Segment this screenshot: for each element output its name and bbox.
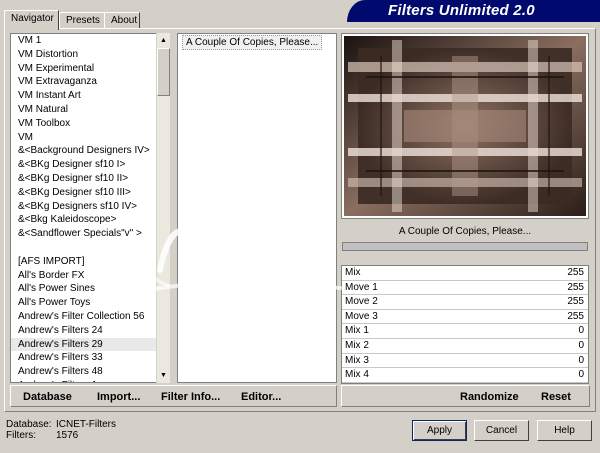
import-button[interactable]: Import...: [97, 391, 140, 403]
right-toolbar: Randomize Reset: [341, 385, 590, 407]
preview-frame: [341, 33, 589, 219]
param-name: Mix 3: [345, 354, 369, 366]
category-item[interactable]: Andrew's Filters 33: [11, 351, 156, 365]
param-name: Mix 2: [345, 339, 369, 351]
scroll-up-icon[interactable]: ▲: [157, 33, 170, 47]
database-value: ICNET-Filters: [56, 419, 116, 430]
category-item[interactable]: All's Power Sines: [11, 282, 156, 296]
scroll-thumb[interactable]: [157, 48, 170, 96]
database-info: Database: ICNET-Filters Filters: 1576: [6, 419, 116, 441]
category-item[interactable]: VM Extravaganza: [11, 75, 156, 89]
param-name: Move 1: [345, 281, 378, 293]
param-row[interactable]: Mix 255: [342, 266, 588, 281]
param-name: Mix 1: [345, 325, 369, 337]
preview-progress-bar: [342, 242, 588, 251]
category-item[interactable]: VM Experimental: [11, 62, 156, 76]
param-value[interactable]: 255: [567, 281, 584, 296]
help-button[interactable]: Help: [537, 420, 592, 441]
filter-item[interactable]: A Couple Of Copies, Please...: [182, 35, 323, 50]
param-row[interactable]: Move 3 255: [342, 310, 588, 325]
category-item[interactable]: VM Instant Art: [11, 89, 156, 103]
apply-button[interactable]: Apply: [412, 420, 467, 441]
category-item[interactable]: VM 1: [11, 34, 156, 48]
param-row[interactable]: Mix 2 0: [342, 339, 588, 354]
param-row[interactable]: Mix 1 0: [342, 324, 588, 339]
tab-about[interactable]: About: [104, 12, 140, 29]
category-item[interactable]: &<Background Designers IV>: [11, 144, 156, 158]
category-item[interactable]: VM: [11, 131, 156, 145]
database-button[interactable]: Database: [23, 391, 72, 403]
category-item[interactable]: Andrew's Filters 48: [11, 365, 156, 379]
filters-count-value: 1576: [56, 430, 79, 441]
param-row[interactable]: Mix 4 0: [342, 368, 588, 383]
reset-button[interactable]: Reset: [541, 391, 571, 403]
category-item[interactable]: &<Bkg Kaleidoscope>: [11, 213, 156, 227]
category-item[interactable]: Andrew's Filters 29: [11, 337, 156, 352]
preview-filter-name: A Couple Of Copies, Please...: [398, 226, 532, 237]
category-item[interactable]: VM Toolbox: [11, 117, 156, 131]
param-row[interactable]: Move 2 255: [342, 295, 588, 310]
category-item[interactable]: &<BKg Designer sf10 II>: [11, 172, 156, 186]
param-name: Mix: [345, 267, 361, 278]
category-scrollbar[interactable]: ▲ ▼: [156, 33, 170, 383]
param-row[interactable]: Move 1 255: [342, 281, 588, 296]
category-list[interactable]: VM 1 VM Distortion VM Experimental VM Extra…: [10, 33, 170, 383]
param-value[interactable]: 0: [578, 354, 584, 369]
category-item[interactable]: VM Distortion: [11, 48, 156, 62]
category-item[interactable]: All's Power Toys: [11, 296, 156, 310]
filters-count-label: Filters:: [6, 430, 36, 441]
parameter-table: Mix 255 Move 1 255 Move 2 255 Move 3 255 Mix 10M…: [341, 265, 589, 384]
category-item[interactable]: &<Sandflower Specials"v" >: [11, 227, 156, 241]
scroll-down-icon[interactable]: ▼: [157, 368, 170, 382]
tab-presets[interactable]: Presets: [59, 12, 106, 29]
randomize-button[interactable]: Randomize: [460, 391, 519, 403]
filter-info-button[interactable]: Filter Info...: [161, 391, 220, 403]
param-value[interactable]: 0: [578, 339, 584, 354]
param-value[interactable]: 0: [578, 368, 584, 383]
category-item[interactable]: All's Border FX: [11, 269, 156, 283]
category-item[interactable]: &<BKg Designer sf10 I>: [11, 158, 156, 172]
category-item: [11, 241, 156, 255]
category-item[interactable]: &<BKg Designer sf10 III>: [11, 186, 156, 200]
param-name: Move 2: [345, 296, 378, 308]
editor-button[interactable]: Editor...: [241, 391, 281, 403]
param-value[interactable]: 255: [567, 310, 584, 325]
database-label: Database:: [6, 419, 52, 430]
cancel-button[interactable]: Cancel: [474, 420, 529, 441]
category-items: VM 1 VM Distortion VM Experimental VM Extra…: [11, 34, 156, 382]
category-item[interactable]: [AFS IMPORT]: [11, 255, 156, 269]
param-row[interactable]: Mix 3 0: [342, 354, 588, 369]
category-item[interactable]: &<BKg Designers sf10 IV>: [11, 200, 156, 214]
category-item[interactable]: VM Natural: [11, 103, 156, 117]
param-name: Mix 4: [345, 369, 369, 381]
param-value[interactable]: 0: [578, 324, 584, 339]
category-item[interactable]: Andrew's Filters 1: [11, 379, 156, 382]
filter-list[interactable]: A Couple Of Copies, Please...: [177, 33, 337, 383]
left-toolbar: Database Import... Filter Info... Editor…: [10, 385, 337, 407]
preview-image: [344, 36, 586, 216]
param-value[interactable]: 255: [567, 295, 584, 310]
tab-navigator[interactable]: Navigator: [4, 10, 59, 30]
param-name: Move 3: [345, 310, 378, 322]
param-value[interactable]: 255: [567, 266, 584, 281]
category-item[interactable]: Andrew's Filter Collection 56: [11, 310, 156, 324]
app-title: Filters Unlimited 2.0: [388, 2, 535, 19]
category-item[interactable]: Andrew's Filters 24: [11, 324, 156, 338]
